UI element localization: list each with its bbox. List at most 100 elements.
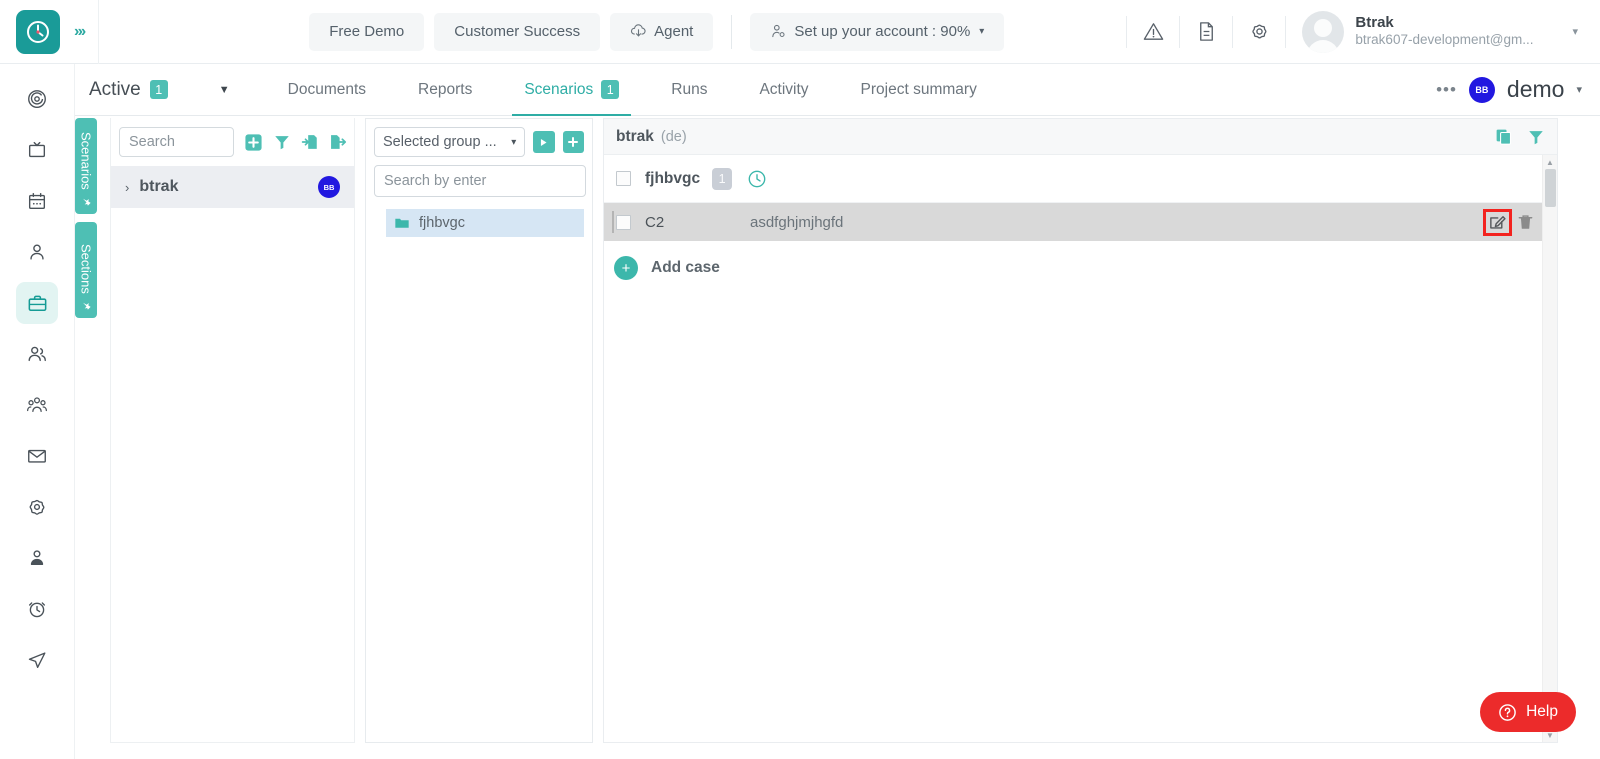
- section-checkbox[interactable]: [616, 171, 631, 186]
- add-icon: [244, 133, 263, 152]
- add-case-button[interactable]: + Add case: [604, 241, 1557, 295]
- cloud-download-icon: [630, 23, 647, 40]
- run-group-button[interactable]: [533, 131, 554, 153]
- chevron-right-icon: ›: [125, 180, 129, 195]
- cases-panel-title: btrak: [616, 128, 654, 146]
- divider: [98, 0, 99, 64]
- chevron-down-icon: ▼: [219, 84, 230, 96]
- tree-item-label: btrak: [139, 178, 178, 196]
- delete-case-button[interactable]: [1516, 213, 1535, 232]
- team-icon: [26, 394, 48, 416]
- cases-scrollbar[interactable]: ▲ ▼: [1542, 155, 1557, 742]
- filter-icon: [1527, 128, 1545, 146]
- sidebar-item-send[interactable]: [16, 639, 58, 681]
- sidebar-item-mail[interactable]: [16, 435, 58, 477]
- filter-button[interactable]: [1527, 128, 1545, 146]
- tab-scenarios[interactable]: Scenarios 1: [498, 64, 645, 116]
- tab-label: Project summary: [861, 81, 977, 99]
- history-clock-icon: [746, 168, 768, 190]
- side-tab-sections[interactable]: Sections: [75, 222, 97, 318]
- cases-panel: btrak (de) fjhbvgc 1: [603, 118, 1558, 743]
- cases-panel-header: btrak (de): [604, 119, 1557, 155]
- user-icon: [26, 241, 48, 263]
- scrollbar-thumb[interactable]: [1545, 169, 1556, 207]
- sidebar-item-contacts[interactable]: [16, 537, 58, 579]
- table-row[interactable]: C2 asdfghjmjhgfd: [604, 203, 1557, 241]
- filter-button[interactable]: [273, 131, 291, 153]
- avatar: [1302, 11, 1344, 53]
- tab-label: Runs: [671, 81, 707, 99]
- tab-reports[interactable]: Reports: [392, 64, 498, 116]
- section-row-fjhbvgc[interactable]: fjhbvgc 1: [604, 155, 1557, 203]
- sidebar-item-target[interactable]: [16, 78, 58, 120]
- cases-panel-subtitle: (de): [661, 129, 687, 145]
- help-label: Help: [1526, 703, 1558, 721]
- documents-button[interactable]: [1180, 0, 1232, 64]
- group-item-label: fjhbvgc: [419, 215, 465, 231]
- tree-item-btrak[interactable]: › btrak BB: [111, 166, 354, 208]
- sidebar-expand-icon[interactable]: »›: [74, 23, 84, 41]
- settings-button[interactable]: [1233, 0, 1285, 64]
- user-menu[interactable]: Btrak btrak607-development@gm... ▾: [1286, 11, 1600, 53]
- send-icon: [26, 649, 48, 671]
- warning-button[interactable]: [1127, 0, 1179, 64]
- case-id: C2: [645, 214, 750, 231]
- sidebar-item-user[interactable]: [16, 231, 58, 273]
- top-nav: Free Demo Customer Success Agent: [309, 13, 1004, 51]
- sidebar-item-projects[interactable]: [16, 282, 58, 324]
- export-button[interactable]: [329, 131, 347, 153]
- edit-case-button[interactable]: [1483, 209, 1512, 236]
- group-select-label: Selected group ...: [383, 134, 497, 150]
- active-filter-dropdown[interactable]: Active 1 ▼: [89, 79, 230, 101]
- section-history-button[interactable]: [746, 168, 768, 190]
- customer-success-button[interactable]: Customer Success: [434, 13, 600, 51]
- side-tab-scenarios[interactable]: Scenarios: [75, 118, 97, 214]
- sidebar-item-monitor[interactable]: [16, 129, 58, 171]
- add-button[interactable]: [244, 131, 263, 153]
- sidebar-item-settings[interactable]: [16, 486, 58, 528]
- tab-project-summary[interactable]: Project summary: [835, 64, 1003, 116]
- scroll-up-icon[interactable]: ▲: [1543, 155, 1557, 169]
- free-demo-button[interactable]: Free Demo: [309, 13, 424, 51]
- monitor-icon: [26, 139, 48, 161]
- tab-runs[interactable]: Runs: [645, 64, 733, 116]
- top-bar: »› Free Demo Customer Success Agent: [0, 0, 1600, 64]
- group-item-fjhbvgc[interactable]: fjhbvgc: [386, 209, 584, 237]
- chevron-down-icon[interactable]: ▾: [1576, 83, 1582, 96]
- settings-gear-icon: [26, 496, 48, 518]
- edit-icon: [1488, 213, 1507, 232]
- sidebar-item-team[interactable]: [16, 384, 58, 426]
- active-filter-badge: 1: [150, 80, 168, 99]
- setup-account-button[interactable]: Set up your account : 90% ▾: [750, 13, 1004, 51]
- add-group-button[interactable]: [563, 131, 584, 153]
- app-root: »› Free Demo Customer Success Agent: [0, 0, 1600, 759]
- help-button[interactable]: Help: [1480, 692, 1576, 732]
- tab-documents[interactable]: Documents: [262, 64, 392, 116]
- more-options-icon[interactable]: •••: [1436, 80, 1457, 100]
- group-search-input[interactable]: [374, 165, 586, 197]
- tab-label: Activity: [759, 81, 808, 99]
- import-icon: [301, 133, 319, 151]
- import-button[interactable]: [301, 131, 319, 153]
- sidebar-item-calendar[interactable]: [16, 180, 58, 222]
- tab-label: Documents: [288, 81, 366, 99]
- sidebar-item-alarm[interactable]: [16, 588, 58, 630]
- plus-icon: +: [614, 256, 638, 280]
- divider: [731, 15, 732, 49]
- copy-button[interactable]: [1495, 128, 1513, 146]
- project-name[interactable]: demo: [1507, 76, 1565, 103]
- app-logo[interactable]: [16, 10, 60, 54]
- case-checkbox[interactable]: [616, 215, 631, 230]
- group-select[interactable]: Selected group ... ▾: [374, 127, 525, 157]
- warning-triangle-icon: [1142, 20, 1165, 43]
- tree-item-avatar: BB: [318, 176, 340, 198]
- tab-label: Reports: [418, 81, 472, 99]
- play-icon: [538, 137, 549, 148]
- agent-button[interactable]: Agent: [610, 13, 713, 51]
- search-input[interactable]: [119, 127, 234, 157]
- chevron-down-icon: ▾: [1572, 25, 1578, 38]
- gear-icon: [1248, 20, 1271, 43]
- sidebar-item-users[interactable]: [16, 333, 58, 375]
- tab-activity[interactable]: Activity: [733, 64, 834, 116]
- side-tab-label: Sections: [79, 244, 94, 294]
